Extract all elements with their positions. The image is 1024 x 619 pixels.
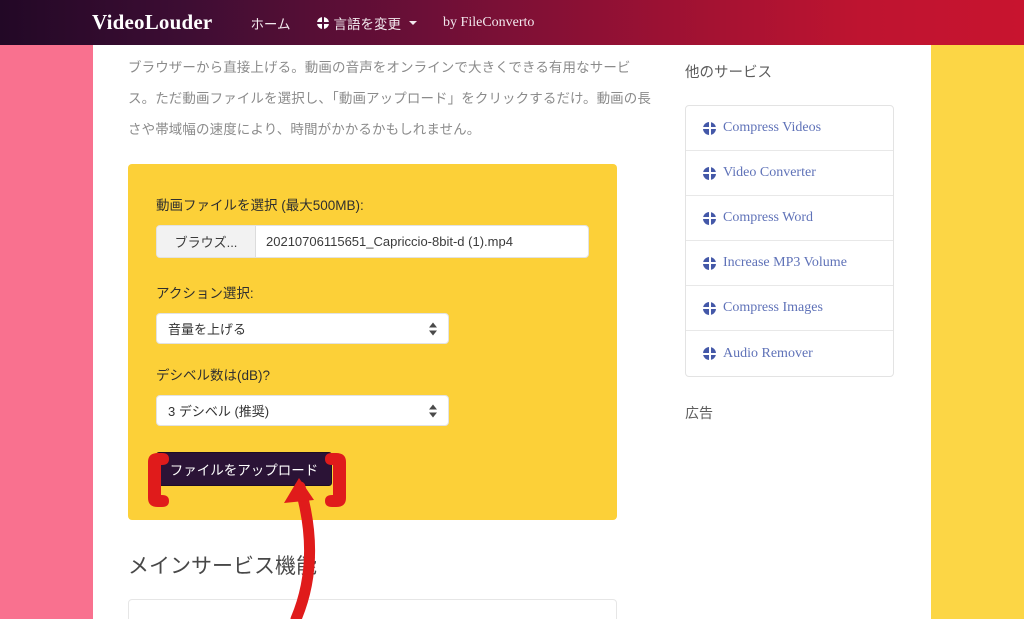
select-spinner-icon (429, 322, 437, 335)
sidebar-item-label: Compress Word (723, 210, 814, 225)
sidebar-item-label: Increase MP3 Volume (723, 255, 847, 270)
globe-icon (703, 121, 716, 135)
sidebar-item-audio-remover[interactable]: Audio Remover (686, 331, 893, 376)
decibel-select-label: デシベル数は(dB)? (156, 368, 271, 383)
sidebar-item-label: Compress Images (723, 300, 823, 315)
action-select[interactable]: 音量を上げる (156, 313, 449, 344)
sidebar-item-compress-videos[interactable]: Compress Videos (686, 106, 893, 151)
globe-icon (703, 211, 716, 225)
page-root: VideoLouder ホーム 言語を変更 by FileConverto ブラ… (0, 0, 1024, 619)
selected-file-name: 20210706115651_Capriccio-8bit-d (1).mp4 (266, 234, 513, 249)
sidebar-item-compress-images[interactable]: Compress Images (686, 286, 893, 331)
globe-icon (316, 16, 329, 29)
sidebar-item-video-converter[interactable]: Video Converter (686, 151, 893, 196)
globe-icon (703, 256, 716, 270)
other-services-list: Compress Videos Video Converter Compress… (685, 105, 894, 377)
select-spinner-icon (429, 404, 437, 417)
file-select-label: 動画ファイルを選択 (最大500MB): (156, 198, 364, 213)
feature-card (128, 599, 617, 619)
action-select-value: 音量を上げる (168, 322, 247, 337)
content-area: ブラウザーから直接上げる。動画の音声をオンラインで大きくできる有用なサービス。た… (93, 45, 931, 619)
sidebar: 他のサービス Compress Videos Video Converter C… (685, 45, 895, 423)
sidebar-heading: 他のサービス (685, 65, 772, 81)
brand-logo[interactable]: VideoLouder (92, 10, 212, 35)
action-select-label: アクション選択: (156, 286, 254, 301)
globe-icon (703, 347, 716, 360)
section-heading: メインサービス機能 (128, 555, 317, 578)
sidebar-item-compress-word[interactable]: Compress Word (686, 196, 893, 241)
nav-item-change-language-label: 言語を変更 (333, 16, 402, 32)
sidebar-item-label: Compress Videos (723, 120, 822, 135)
nav-item-by-fileconverto-label: by FileConverto (443, 14, 535, 30)
globe-icon (703, 301, 716, 315)
globe-icon (703, 166, 716, 180)
file-input-row[interactable]: ブラウズ... 20210706115651_Capriccio-8bit-d … (156, 225, 589, 258)
upload-button[interactable]: ファイルをアップロード (156, 452, 332, 486)
nav-item-change-language[interactable]: 言語を変更 (316, 13, 418, 33)
main-column: ブラウザーから直接上げる。動画の音声をオンラインで大きくできる有用なサービス。た… (128, 45, 653, 619)
sidebar-item-label: Audio Remover (723, 345, 813, 361)
chevron-down-icon (409, 20, 418, 25)
nav-links: ホーム 言語を変更 by FileConverto (250, 13, 534, 33)
sidebar-item-increase-mp3-volume[interactable]: Increase MP3 Volume (686, 241, 893, 286)
lead-description: ブラウザーから直接上げる。動画の音声をオンラインで大きくできる有用なサービス。た… (128, 60, 651, 137)
upload-form-panel: 動画ファイルを選択 (最大500MB): ブラウズ... 20210706115… (128, 164, 617, 520)
decorative-strip-right (931, 45, 1024, 619)
navbar: VideoLouder ホーム 言語を変更 by FileConverto (0, 0, 1024, 45)
nav-item-home-label: ホーム (250, 16, 291, 32)
ad-label: 広告 (685, 405, 713, 421)
decibel-select-value: 3 デシベル (推奨) (168, 404, 270, 419)
sidebar-item-label: Video Converter (723, 165, 816, 180)
browse-button[interactable]: ブラウズ... (157, 226, 256, 257)
nav-item-home[interactable]: ホーム (250, 13, 290, 33)
decibel-select[interactable]: 3 デシベル (推奨) (156, 395, 449, 426)
nav-item-by-fileconverto[interactable]: by FileConverto (443, 15, 534, 31)
decorative-strip-left (0, 45, 93, 619)
